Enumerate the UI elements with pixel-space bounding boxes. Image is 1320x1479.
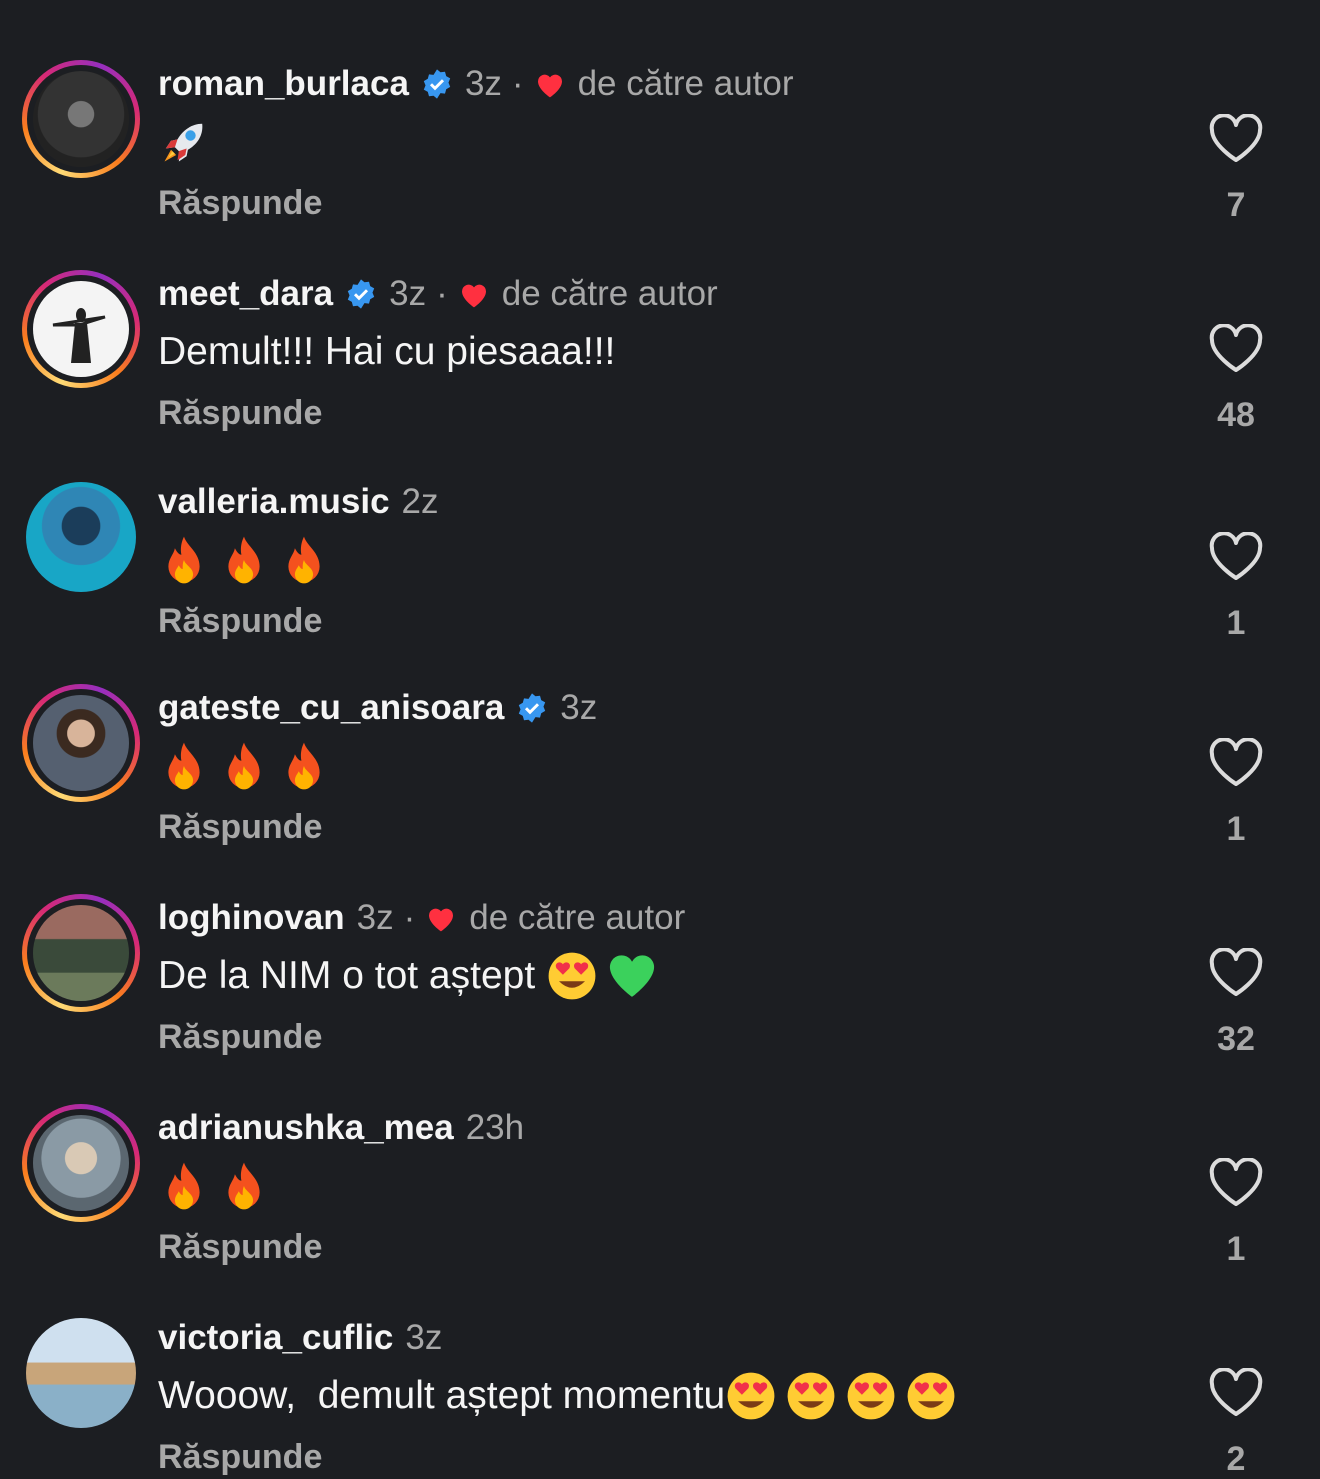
fire-emoji-icon xyxy=(168,742,200,790)
avatar[interactable] xyxy=(22,60,140,178)
avatar[interactable] xyxy=(22,894,140,1012)
verified-badge-icon xyxy=(347,279,375,309)
liked-by-author-label: de către autor xyxy=(469,898,686,937)
username[interactable]: adrianushka_mea xyxy=(158,1108,454,1148)
comment-text xyxy=(158,736,338,796)
green-heart-emoji-icon xyxy=(609,955,655,997)
username[interactable]: gateste_cu_anisoara xyxy=(158,688,504,728)
comment-text xyxy=(158,530,338,590)
heart-eyes-emoji-icon xyxy=(548,952,596,1000)
fire-emoji-icon xyxy=(168,1162,200,1210)
comment-time: 3z xyxy=(389,274,427,313)
heart-eyes-emoji-icon xyxy=(907,1372,955,1420)
comment-item: adrianushka_mea 23h Răspunde 1 xyxy=(0,1044,1320,1268)
like-count: 2 xyxy=(1226,1440,1246,1478)
comment-time: 3z xyxy=(405,1318,443,1357)
username[interactable]: loghinovan xyxy=(158,898,345,938)
rocket-emoji-icon xyxy=(164,123,203,162)
comment-text xyxy=(158,1156,278,1216)
reply-button[interactable]: Răspunde xyxy=(158,1438,322,1477)
avatar[interactable] xyxy=(22,684,140,802)
like-heart-icon[interactable] xyxy=(1208,324,1264,374)
avatar[interactable] xyxy=(22,270,140,388)
comment-time: 3z xyxy=(464,64,502,103)
liked-by-author-label: de către autor xyxy=(577,64,794,103)
fire-emoji-icon xyxy=(288,536,320,584)
verified-badge-icon xyxy=(519,693,546,723)
like-heart-icon[interactable] xyxy=(1208,738,1264,788)
separator-dot: · xyxy=(403,898,416,937)
avatar[interactable] xyxy=(22,1104,140,1222)
comment-header: adrianushka_mea 23h xyxy=(158,1106,524,1150)
comment-text: Wooow, demult aștept momentu xyxy=(158,1366,965,1426)
username[interactable]: meet_dara xyxy=(158,274,333,314)
comment-time: 23h xyxy=(465,1108,525,1147)
separator-dot: · xyxy=(511,64,524,103)
avatar[interactable] xyxy=(22,1314,140,1432)
fire-emoji-icon xyxy=(168,536,200,584)
like-heart-icon[interactable] xyxy=(1208,532,1264,582)
fire-emoji-icon xyxy=(228,742,260,790)
username[interactable]: valleria.music xyxy=(158,482,390,522)
comment-header: gateste_cu_anisoara 3z xyxy=(158,686,597,730)
comment-header: valleria.music 2z xyxy=(158,480,439,524)
verified-badge-icon xyxy=(423,69,451,99)
heart-eyes-emoji-icon xyxy=(847,1372,895,1420)
comment-item: valleria.music 2z Răspunde 1 xyxy=(0,418,1320,642)
heart-eyes-emoji-icon xyxy=(787,1372,835,1420)
comment-time: 3z xyxy=(356,898,394,937)
comment-item: roman_burlaca 3z · de către autor Răspun… xyxy=(0,0,1320,224)
comment-item: victoria_cuflic 3z Wooow, demult aștept … xyxy=(0,1254,1320,1478)
comment-item: meet_dara 3z · de către autor Demult!!! … xyxy=(0,210,1320,434)
comment-text: De la NIM o tot aștept xyxy=(158,946,666,1006)
like-heart-icon[interactable] xyxy=(1208,1368,1264,1418)
comment-item: loghinovan 3z · de către autor De la NIM… xyxy=(0,834,1320,1058)
username[interactable]: roman_burlaca xyxy=(158,64,409,104)
author-heart-icon xyxy=(429,908,454,932)
comment-header: meet_dara 3z · de către autor xyxy=(158,272,718,316)
fire-emoji-icon xyxy=(288,742,320,790)
fire-emoji-icon xyxy=(228,1162,260,1210)
comment-header: roman_burlaca 3z · de către autor xyxy=(158,62,794,106)
avatar[interactable] xyxy=(22,478,140,596)
author-heart-icon xyxy=(461,284,486,308)
comment-item: gateste_cu_anisoara 3z Răspunde 1 xyxy=(0,624,1320,848)
author-heart-icon xyxy=(537,74,562,98)
like-heart-icon[interactable] xyxy=(1208,948,1264,998)
separator-dot: · xyxy=(436,274,448,313)
comment-header: loghinovan 3z · de către autor xyxy=(158,896,685,940)
comment-text xyxy=(158,112,218,172)
like-heart-icon[interactable] xyxy=(1208,1158,1264,1208)
comment-time: 3z xyxy=(560,688,598,727)
comment-time: 2z xyxy=(401,482,439,521)
comment-header: victoria_cuflic 3z xyxy=(158,1316,442,1360)
liked-by-author-label: de către autor xyxy=(501,274,718,313)
like-heart-icon[interactable] xyxy=(1208,114,1264,164)
comment-text: Demult!!! Hai cu piesaaa!!! xyxy=(158,330,616,373)
fire-emoji-icon xyxy=(228,536,260,584)
username[interactable]: victoria_cuflic xyxy=(158,1318,393,1358)
heart-eyes-emoji-icon xyxy=(727,1372,775,1420)
